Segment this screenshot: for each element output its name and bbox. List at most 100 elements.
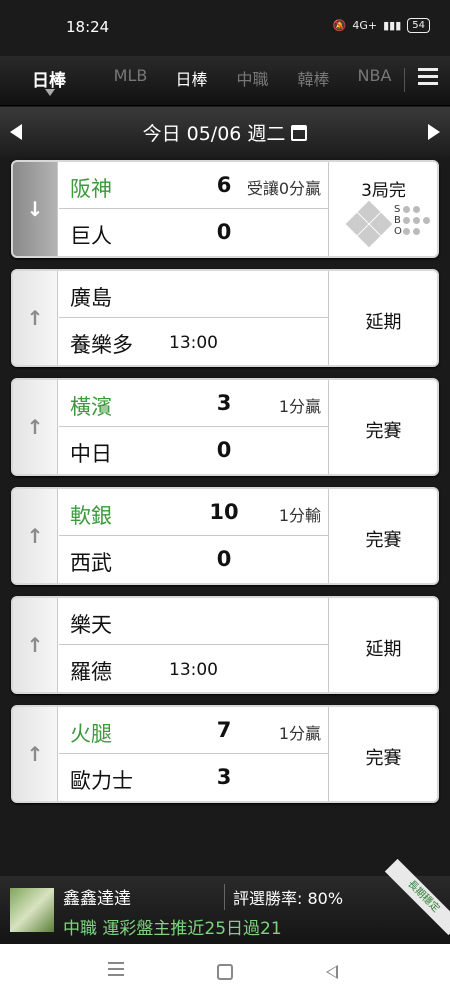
home-score: 7: [216, 718, 232, 742]
game-card[interactable]: ↑ 軟銀 10 1分輸西武 0 完賽: [11, 487, 439, 585]
next-day-arrow-icon[interactable]: [428, 124, 440, 140]
date-label: 今日 05/06 週二: [142, 123, 286, 145]
home-team: 廣島: [70, 286, 112, 310]
home-score: 10: [209, 500, 239, 524]
expand-toggle[interactable]: ↑: [13, 271, 58, 365]
home-row: 軟銀 10 1分輸: [59, 489, 328, 536]
home-team: 阪神: [70, 177, 112, 201]
away-score: 0: [216, 547, 232, 571]
home-team: 火腿: [70, 722, 112, 746]
banner-name: 鑫鑫達達: [63, 889, 131, 909]
tab-mlb[interactable]: MLB: [100, 66, 161, 90]
home-row: 火腿 7 1分贏: [59, 707, 328, 754]
away-score: 0: [216, 438, 232, 462]
game-status-cell: 完賽: [328, 707, 437, 801]
system-nav-bar: [0, 944, 450, 1000]
caret-down-icon: [45, 89, 55, 96]
league-selector[interactable]: 日棒: [32, 66, 66, 91]
home-team: 橫濱: [70, 395, 112, 419]
clock: 18:24: [66, 18, 110, 36]
base-diamond-icon: SBO: [345, 200, 430, 248]
hamburger-menu-icon[interactable]: [418, 68, 438, 86]
game-status-cell: 延期: [328, 271, 437, 365]
away-team: 中日: [70, 442, 112, 466]
status-bar: 18:24 🔕 4G+ ▮▮▮ 54: [0, 0, 450, 56]
league-tabs: MLB 日棒 中職 韓棒 NBA: [100, 66, 405, 90]
away-team: 巨人: [70, 224, 112, 248]
banner-promo: 中職 運彩盤主推近25日過21: [63, 919, 282, 939]
away-row: 西武 0: [59, 536, 328, 583]
game-time: 13:00: [169, 333, 218, 353]
expand-toggle[interactable]: ↓: [13, 162, 58, 256]
odds-result: 1分輸: [278, 506, 321, 525]
away-score: 0: [216, 220, 232, 244]
home-row: 樂天: [59, 598, 328, 645]
home-team: 軟銀: [70, 504, 112, 528]
arrow-up-icon: ↑: [26, 524, 44, 548]
odds-result: 1分贏: [278, 397, 321, 416]
game-status: 3局完: [361, 181, 406, 201]
game-status: 完賽: [365, 421, 402, 442]
odds-result: 1分贏: [278, 724, 321, 743]
network-label: 4G+: [352, 19, 378, 32]
home-icon[interactable]: [217, 964, 233, 980]
expand-toggle[interactable]: ↑: [13, 707, 58, 801]
game-time: 13:00: [169, 660, 218, 680]
away-row: 中日 0: [59, 427, 328, 474]
game-status-cell: 完賽: [328, 380, 437, 474]
arrow-down-icon: ↓: [26, 197, 44, 221]
away-team: 羅德: [70, 660, 112, 684]
tab-nba[interactable]: NBA: [344, 66, 405, 90]
signal-icon: ▮▮▮: [383, 19, 402, 32]
nav-divider: [404, 68, 405, 92]
banner-rate: 評選勝率: 80%: [233, 889, 344, 908]
home-team: 樂天: [70, 613, 112, 637]
game-card[interactable]: ↑ 火腿 7 1分贏歐力士 3 完賽: [11, 705, 439, 803]
game-status-cell: 3局完 S B O: [328, 162, 437, 256]
arrow-up-icon: ↑: [26, 306, 44, 330]
game-status-cell: 延期: [328, 598, 437, 692]
back-icon[interactable]: [326, 965, 338, 979]
date-display[interactable]: 今日 05/06 週二: [0, 119, 450, 146]
avatar: [10, 888, 54, 932]
game-card[interactable]: ↑ 廣島養樂多 13:00 延期: [11, 269, 439, 367]
recent-apps-icon[interactable]: [108, 962, 124, 980]
game-card[interactable]: ↑ 橫濱 3 1分贏中日 0 完賽: [11, 378, 439, 476]
away-team: 西武: [70, 551, 112, 575]
status-icons: 🔕 4G+ ▮▮▮ 54: [333, 18, 430, 33]
home-row: 阪神 6 受讓0分贏: [59, 162, 328, 209]
tab-npb[interactable]: 日棒: [161, 66, 222, 90]
game-status: 延期: [365, 312, 402, 333]
sbo-labels: SBO: [394, 204, 402, 237]
tab-kbo[interactable]: 韓棒: [283, 66, 344, 90]
arrow-up-icon: ↑: [26, 633, 44, 657]
battery-icon: 54: [407, 18, 430, 33]
game-status-cell: 完賽: [328, 489, 437, 583]
mute-icon: 🔕: [332, 19, 347, 32]
date-bar: 今日 05/06 週二: [0, 107, 450, 157]
tab-cpbl[interactable]: 中職: [222, 66, 283, 90]
game-card[interactable]: ↑ 樂天羅德 13:00 延期: [11, 596, 439, 694]
expand-toggle[interactable]: ↑: [13, 598, 58, 692]
away-team: 歐力士: [70, 769, 133, 793]
home-score: 3: [216, 391, 232, 415]
league-nav: 日棒 MLB 日棒 中職 韓棒 NBA: [0, 56, 450, 106]
away-row: 巨人 0: [59, 209, 328, 256]
promo-banner[interactable]: 鑫鑫達達 評選勝率: 80% 中職 運彩盤主推近25日過21 長期穩定: [0, 858, 450, 944]
away-row: 羅德 13:00: [59, 645, 328, 692]
odds-result: 受讓0分贏: [246, 179, 321, 198]
ribbon-badge: 長期穩定: [384, 858, 450, 936]
arrow-up-icon: ↑: [26, 415, 44, 439]
expand-toggle[interactable]: ↑: [13, 489, 58, 583]
home-score: 6: [216, 173, 232, 197]
game-status: 完賽: [365, 748, 402, 769]
away-team: 養樂多: [70, 333, 133, 357]
calendar-icon[interactable]: [291, 125, 308, 141]
home-row: 廣島: [59, 271, 328, 318]
away-row: 歐力士 3: [59, 754, 328, 801]
game-status: 延期: [365, 639, 402, 660]
game-card[interactable]: ↓ 阪神 6 受讓0分贏巨人 0 3局完 S B O: [11, 160, 439, 258]
arrow-up-icon: ↑: [26, 742, 44, 766]
game-status: 完賽: [365, 530, 402, 551]
expand-toggle[interactable]: ↑: [13, 380, 58, 474]
